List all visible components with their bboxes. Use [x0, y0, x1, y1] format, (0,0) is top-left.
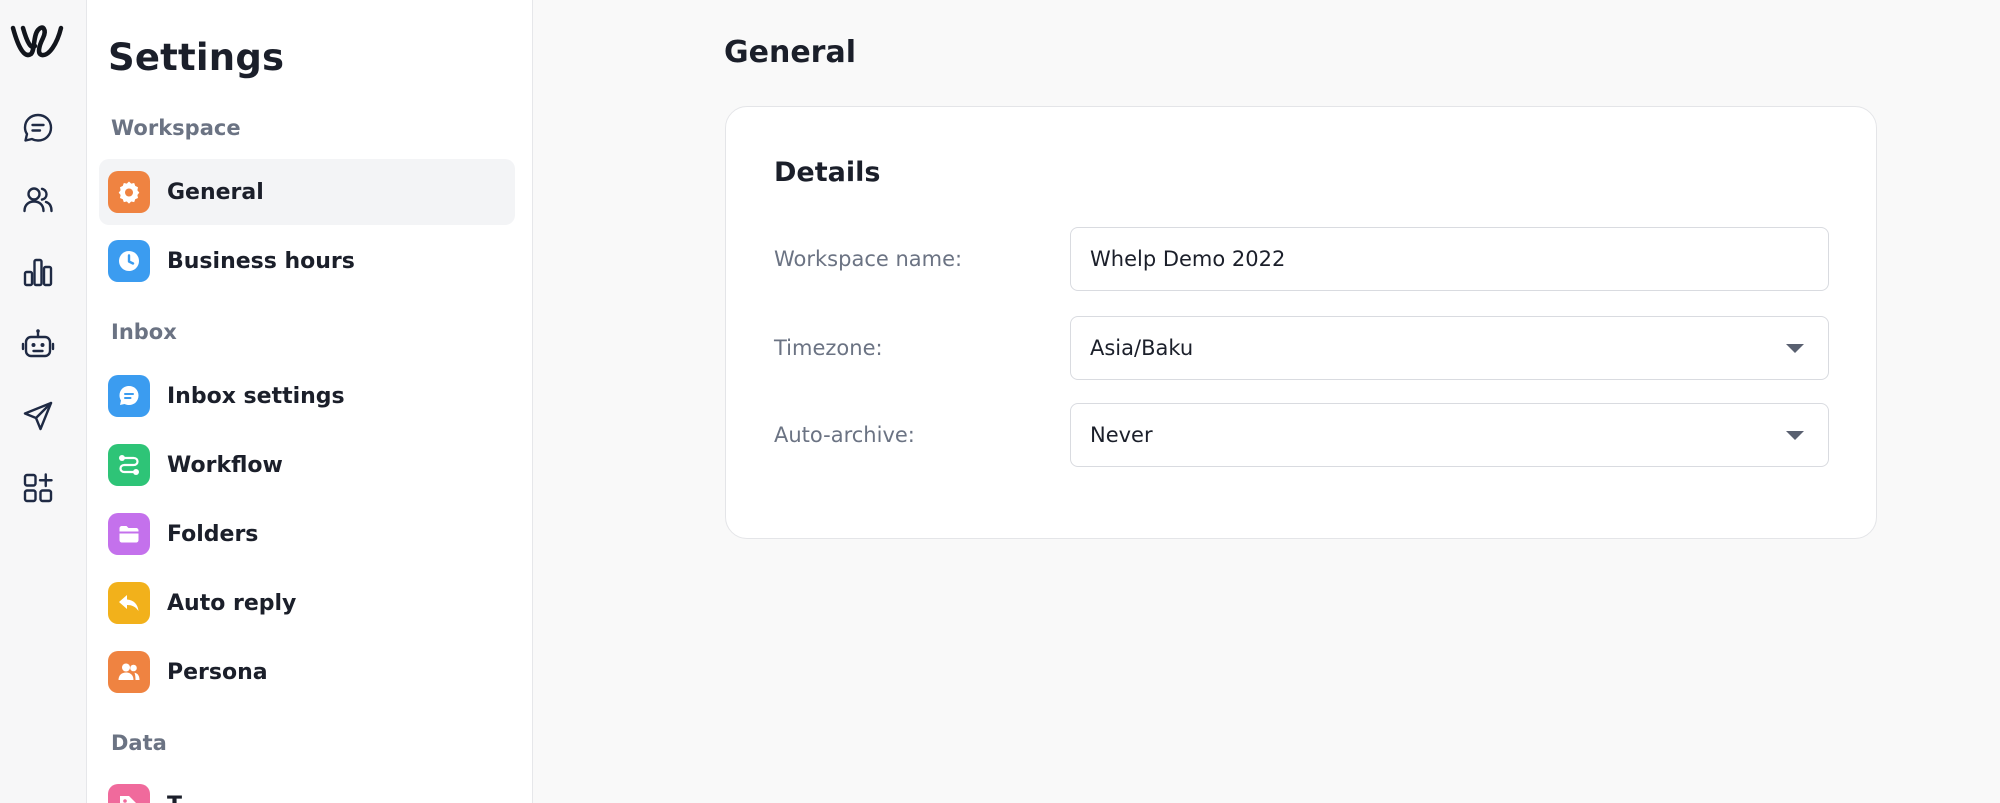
bot-icon [21, 329, 55, 358]
details-card: Details Workspace name: Whelp Demo 2022 … [725, 106, 1877, 539]
sidebar-item-label: Persona [167, 659, 268, 685]
section-label-inbox: Inbox [111, 320, 177, 344]
sidebar-item-auto-reply[interactable]: Auto reply [99, 570, 515, 636]
conversations-nav-button[interactable] [16, 106, 60, 150]
sidebar-title: Settings [108, 36, 285, 79]
timezone-select[interactable]: Asia/Baku [1070, 316, 1829, 380]
logo-icon[interactable] [9, 20, 65, 64]
sidebar-item-workflow[interactable]: Workflow [99, 432, 515, 498]
sidebar-item-label: T... [167, 793, 204, 803]
sidebar-item-label: General [167, 179, 264, 205]
timezone-value: Asia/Baku [1090, 336, 1194, 360]
chat-icon [108, 375, 150, 417]
sidebar-item-general[interactable]: General [99, 159, 515, 225]
folder-icon [108, 513, 150, 555]
timezone-label: Timezone: [774, 336, 883, 360]
sidebar-item-label: Workflow [167, 452, 283, 478]
chevron-down-icon [1786, 344, 1804, 353]
sidebar-item-folders[interactable]: Folders [99, 501, 515, 567]
contacts-nav-button[interactable] [16, 178, 60, 222]
auto-archive-label: Auto-archive: [774, 423, 915, 447]
sidebar-item-tags[interactable]: T... [99, 772, 515, 803]
workspace-name-input[interactable]: Whelp Demo 2022 [1070, 227, 1829, 291]
workspace-name-value: Whelp Demo 2022 [1090, 247, 1286, 271]
integrations-nav-button[interactable] [16, 466, 60, 510]
reports-nav-button[interactable] [16, 250, 60, 294]
send-icon [23, 401, 53, 431]
icon-rail [0, 0, 87, 803]
reply-icon [108, 582, 150, 624]
chart-icon [23, 258, 53, 287]
sidebar-item-business-hours[interactable]: Business hours [99, 228, 515, 294]
tag-icon [108, 784, 150, 803]
bots-nav-button[interactable] [16, 322, 60, 366]
sidebar-item-label: Inbox settings [167, 383, 345, 409]
sidebar-item-label: Business hours [167, 248, 355, 274]
chevron-down-icon [1786, 431, 1804, 440]
persona-icon [108, 651, 150, 693]
auto-archive-value: Never [1090, 423, 1153, 447]
section-label-workspace: Workspace [111, 116, 241, 140]
workflow-icon [108, 444, 150, 486]
sidebar-item-persona[interactable]: Persona [99, 639, 515, 705]
sidebar-item-inbox-settings[interactable]: Inbox settings [99, 363, 515, 429]
page-title: General [724, 35, 856, 70]
clock-icon [108, 240, 150, 282]
gear-icon [108, 171, 150, 213]
campaigns-nav-button[interactable] [16, 394, 60, 438]
chat-icon [23, 113, 53, 142]
sidebar-item-label: Auto reply [167, 590, 297, 616]
settings-sidebar: Settings Workspace General Business hour… [87, 0, 533, 803]
workspace-name-label: Workspace name: [774, 247, 963, 271]
section-label-data: Data [111, 731, 167, 755]
users-icon [23, 187, 53, 213]
sidebar-item-label: Folders [167, 521, 259, 547]
auto-archive-select[interactable]: Never [1070, 403, 1829, 467]
card-title: Details [774, 157, 881, 188]
apps-icon [23, 473, 53, 503]
